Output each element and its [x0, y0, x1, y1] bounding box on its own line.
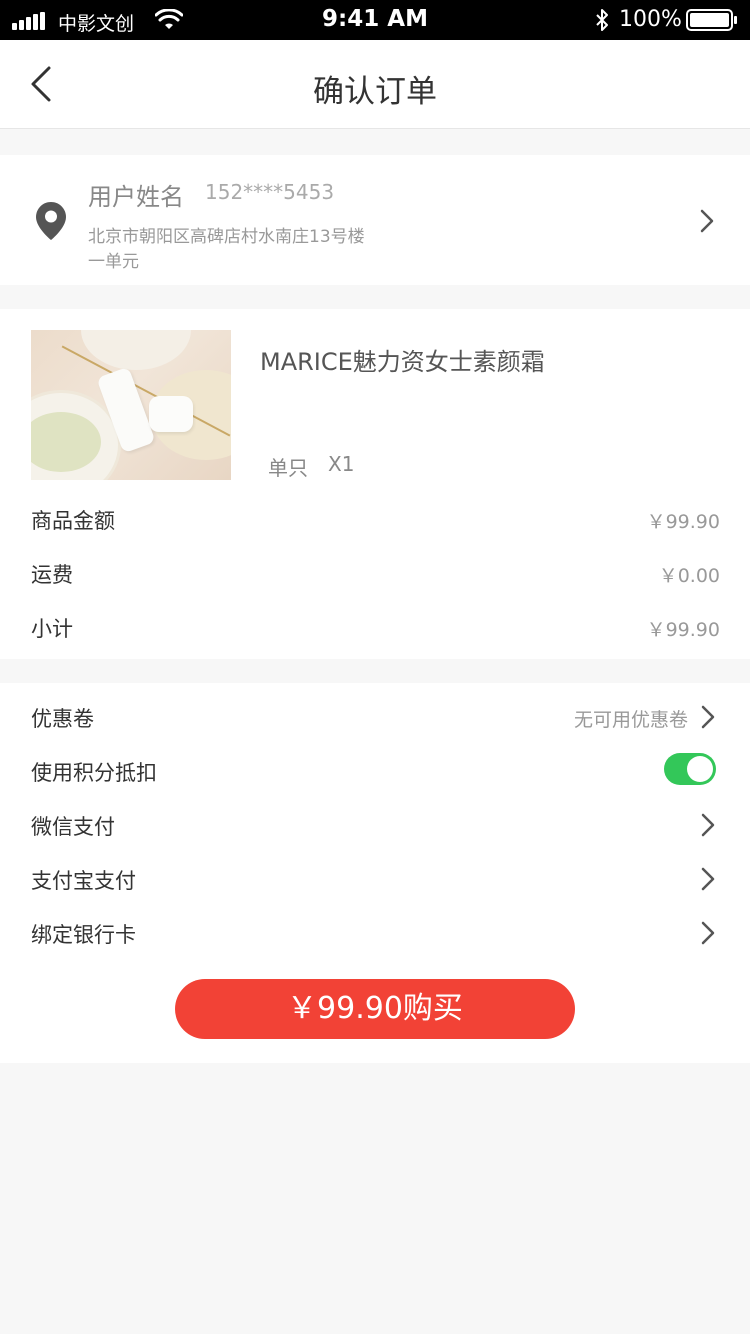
- product-image: [31, 330, 231, 480]
- recipient-name: 用户姓名: [88, 183, 184, 211]
- points-toggle[interactable]: [664, 753, 716, 785]
- chevron-right-icon: [701, 813, 715, 837]
- fee-row-subtotal: 小计 ￥99.90: [0, 613, 750, 653]
- points-label: 使用积分抵扣: [31, 761, 157, 785]
- product-spec: 单只: [268, 456, 308, 480]
- product-quantity: X1: [328, 452, 355, 476]
- options-card: 优惠卷 无可用优惠卷 使用积分抵扣 微信支付 支付宝支付 绑定银行卡 ￥99.9…: [0, 683, 750, 1063]
- product-card: MARICE魅力资女士素颜霜 单只 X1 商品金额 ￥99.90 运费 ￥0.0…: [0, 309, 750, 659]
- fee-row-shipping: 运费 ￥0.00: [0, 559, 750, 599]
- coupon-value: 无可用优惠卷: [573, 709, 688, 731]
- coupon-row[interactable]: 优惠卷 无可用优惠卷: [0, 695, 750, 739]
- coupon-label: 优惠卷: [31, 707, 94, 731]
- location-pin-icon: [36, 202, 66, 240]
- fee-label: 运费: [31, 563, 73, 587]
- address-line-1: 北京市朝阳区高碑店村水南庄13号楼: [88, 227, 365, 247]
- wechat-pay-row[interactable]: 微信支付: [0, 803, 750, 847]
- address-card[interactable]: 用户姓名 152****5453 北京市朝阳区高碑店村水南庄13号楼 一单元: [0, 155, 750, 285]
- chevron-right-icon: [701, 921, 715, 945]
- chevron-right-icon: [701, 705, 715, 729]
- chevron-right-icon: [701, 867, 715, 891]
- buy-button[interactable]: ￥99.90购买: [175, 979, 575, 1039]
- fee-label: 商品金额: [31, 509, 115, 533]
- battery-icon: [686, 9, 737, 31]
- alipay-label: 支付宝支付: [31, 869, 136, 893]
- status-bar: 中影文创 9:41 AM 100%: [0, 0, 750, 40]
- bind-card-label: 绑定银行卡: [31, 923, 136, 947]
- chevron-right-icon: [700, 209, 714, 233]
- fee-value: ￥0.00: [658, 565, 720, 587]
- recipient-phone: 152****5453: [205, 180, 335, 204]
- fee-row-goods: 商品金额 ￥99.90: [0, 505, 750, 545]
- nav-bar: 确认订单: [0, 40, 750, 129]
- wechat-pay-label: 微信支付: [31, 815, 115, 839]
- alipay-row[interactable]: 支付宝支付: [0, 857, 750, 901]
- address-line-2: 一单元: [88, 252, 139, 272]
- points-row: 使用积分抵扣: [0, 749, 750, 793]
- battery-percent: 100%: [619, 7, 682, 32]
- fee-value: ￥99.90: [646, 511, 720, 533]
- bluetooth-icon: [596, 9, 608, 31]
- toggle-knob: [687, 756, 713, 782]
- fee-label: 小计: [31, 617, 73, 641]
- bind-card-row[interactable]: 绑定银行卡: [0, 911, 750, 955]
- product-name: MARICE魅力资女士素颜霜: [260, 348, 545, 376]
- fee-value: ￥99.90: [646, 619, 720, 641]
- page-title: 确认订单: [313, 74, 437, 110]
